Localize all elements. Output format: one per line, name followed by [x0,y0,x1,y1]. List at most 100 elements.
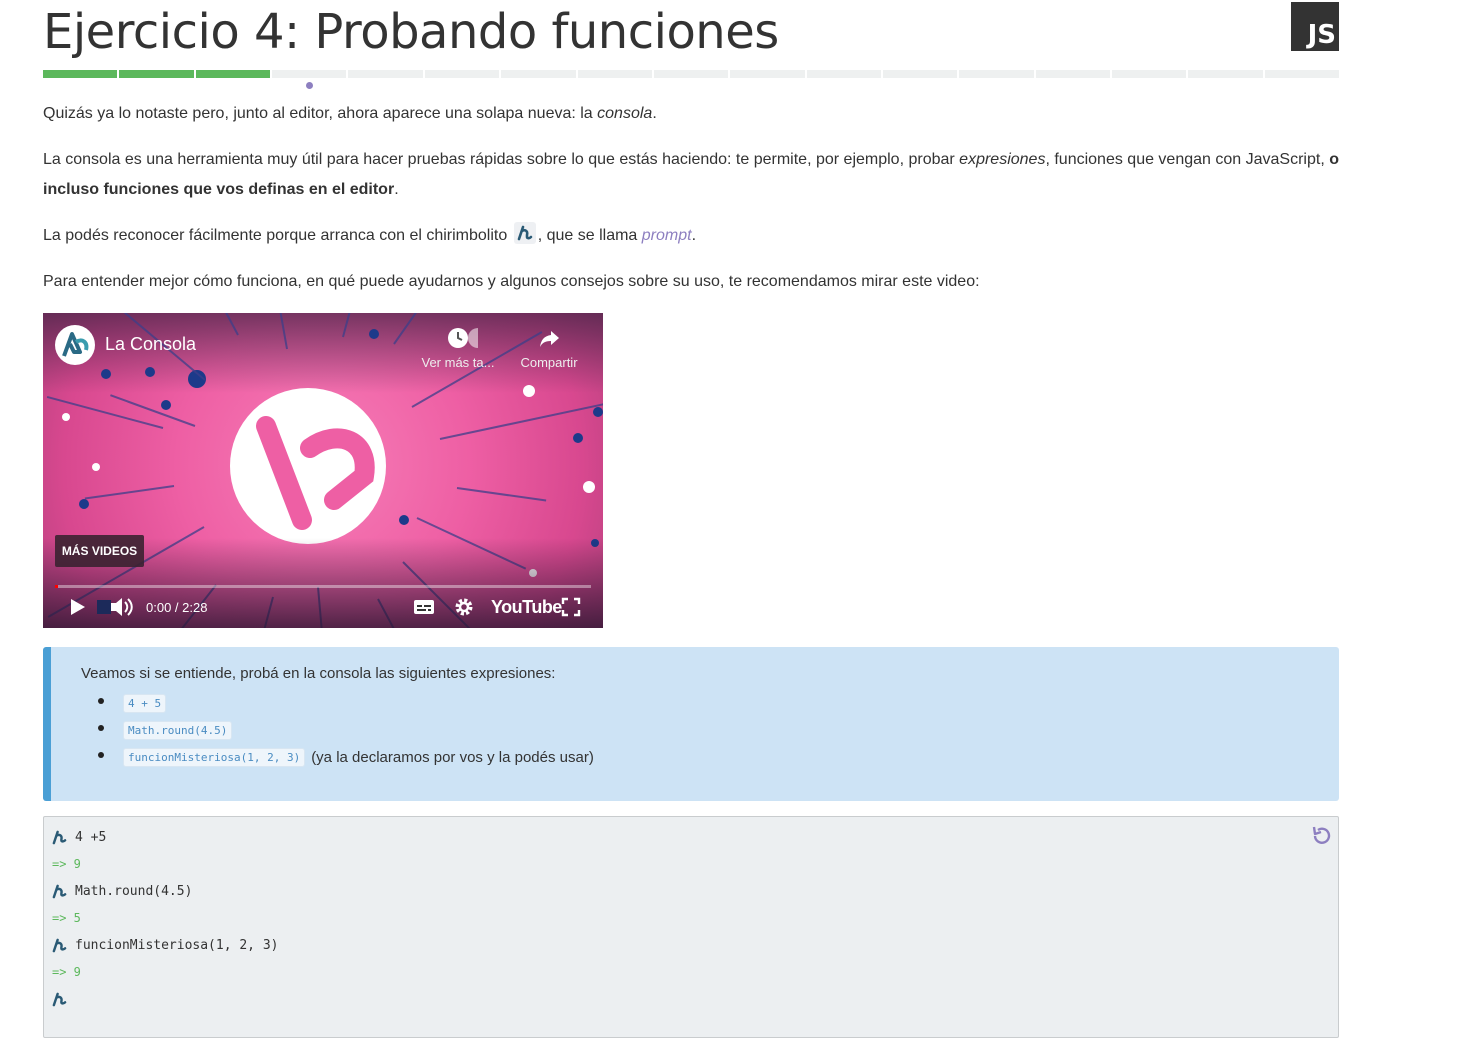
decorative-speck [79,499,89,509]
fullscreen-icon [561,597,581,617]
code-snippet: funcionMisteriosa(1, 2, 3) [123,748,306,767]
progress-segment[interactable] [501,70,576,78]
progress-segment[interactable] [806,70,881,78]
video-intro-paragraph: Para entender mejor cómo funciona, en qu… [43,273,980,290]
code-snippet: 4 + 5 [123,694,167,713]
volume-icon [97,598,133,616]
progress-segment[interactable] [653,70,729,78]
instructions-intro: Veamos si se entiende, probá en la conso… [81,665,556,682]
clock-icon [448,328,478,348]
channel-logo-large [230,388,386,544]
intro-paragraph: Quizás ya lo notaste pero, junto al edit… [43,99,1339,129]
console-output-line: => 9 [52,962,81,982]
decorative-speck [161,400,171,410]
p1-end: . [652,105,657,122]
progress-segment[interactable] [424,70,500,78]
p1-text: Quizás ya lo notaste pero, junto al edit… [43,105,598,122]
progress-segment[interactable] [1035,70,1111,78]
video-title[interactable]: La Consola [105,334,196,355]
p3-end: . [691,227,697,244]
prompt-paragraph: La podés reconocer fácilmente porque arr… [43,221,1339,251]
share-button[interactable]: Compartir [513,327,585,370]
console-output-line: => 5 [52,908,81,928]
exercise-instructions: Veamos si se entiende, probá en la conso… [43,647,1339,801]
video-progress-bar[interactable] [55,585,591,588]
decorative-ray [85,484,175,500]
progress-segment[interactable] [730,70,805,78]
watch-later-label: Ver más ta... [421,355,495,370]
youtube-logo[interactable]: YouTube [491,595,562,619]
decorative-ray [110,394,196,427]
progress-segment[interactable] [577,70,652,78]
list-item-note: (ya la declaramos por vos y la podés usa… [311,749,594,766]
volume-button[interactable] [97,595,133,619]
decorative-speck [369,329,379,339]
language-badge: JS [1291,2,1339,51]
language-badge-label: JS [1307,20,1336,50]
play-button[interactable] [67,595,87,619]
progress-segment[interactable] [119,70,194,78]
console-input-line: funcionMisteriosa(1, 2, 3) [52,935,279,955]
video-played-fill [55,585,58,588]
console-description-paragraph: La consola es una herramienta muy útil p… [43,145,1339,205]
console-input-line[interactable] [52,989,75,1009]
decorative-speck [573,433,583,443]
settings-button[interactable] [454,595,474,619]
decorative-speck [145,367,155,377]
p2-emphasis: expresiones [959,151,1046,168]
decorative-speck [523,385,535,397]
watch-later-button[interactable]: Ver más ta... [418,327,498,370]
console-panel[interactable]: 4 +5 => 9 Math.round(4.5) => 5 funcionMister… [43,816,1339,1038]
p3-middle: , que se llama [537,227,642,244]
list-item: funcionMisteriosa(1, 2, 3) (ya la declara… [81,744,1339,771]
exercise-progress-bar [43,70,1340,78]
console-output-line: => 9 [52,854,81,874]
console-line-text: => 9 [52,965,81,979]
console-line-text: => 9 [52,857,81,871]
captions-icon [414,600,434,614]
decorative-speck [101,369,111,379]
progress-segment[interactable] [272,70,347,78]
p2-middle: , funciones que vengan con JavaScript, [1045,151,1330,168]
console-line-text: Math.round(4.5) [75,883,193,899]
prompt-icon [52,938,67,952]
console-line-text: funcionMisteriosa(1, 2, 3) [75,937,279,953]
console-input-line: 4 +5 [52,827,106,847]
progress-segment[interactable] [348,70,423,78]
decorative-speck [583,481,595,493]
p2-end: . [394,181,399,198]
progress-segment[interactable] [1112,70,1187,78]
console-line-text: 4 +5 [75,829,107,845]
list-item: 4 + 5 [81,690,1339,717]
list-item: Math.round(4.5) [81,717,1339,744]
console-line-text: => 5 [52,911,81,925]
current-exercise-indicator [306,82,313,89]
captions-button[interactable] [413,595,435,619]
page-title: Ejercicio 4: Probando funciones [43,4,779,60]
fullscreen-button[interactable] [561,595,581,619]
progress-segment[interactable] [195,70,271,78]
p1-emphasis: consola [597,105,653,122]
more-videos-button[interactable]: MÁS VIDEOS [55,535,144,567]
share-label: Compartir [520,355,578,370]
share-icon [540,331,559,347]
channel-avatar[interactable] [55,325,95,365]
youtube-video-player[interactable]: La Consola Ver más ta... Compartir MÁS V… [43,313,603,628]
console-input-line: Math.round(4.5) [52,881,192,901]
p3-text: La podés reconocer fácilmente porque arr… [43,227,512,244]
expressions-list: 4 + 5 Math.round(4.5) funcionMisteriosa(… [81,690,1339,771]
decorative-speck [593,407,603,417]
decorative-speck [92,463,100,471]
play-icon [71,599,85,615]
reset-icon[interactable] [1310,825,1332,847]
p2-text: La consola es una herramienta muy útil p… [43,151,960,168]
progress-segment[interactable] [1188,70,1263,78]
progress-segment[interactable] [1264,70,1340,78]
progress-segment[interactable] [43,70,118,78]
prompt-icon [52,884,67,898]
progress-segment[interactable] [882,70,958,78]
prompt-term: prompt [641,227,692,244]
gear-icon [455,598,473,616]
progress-segment[interactable] [959,70,1034,78]
decorative-speck [62,413,70,421]
